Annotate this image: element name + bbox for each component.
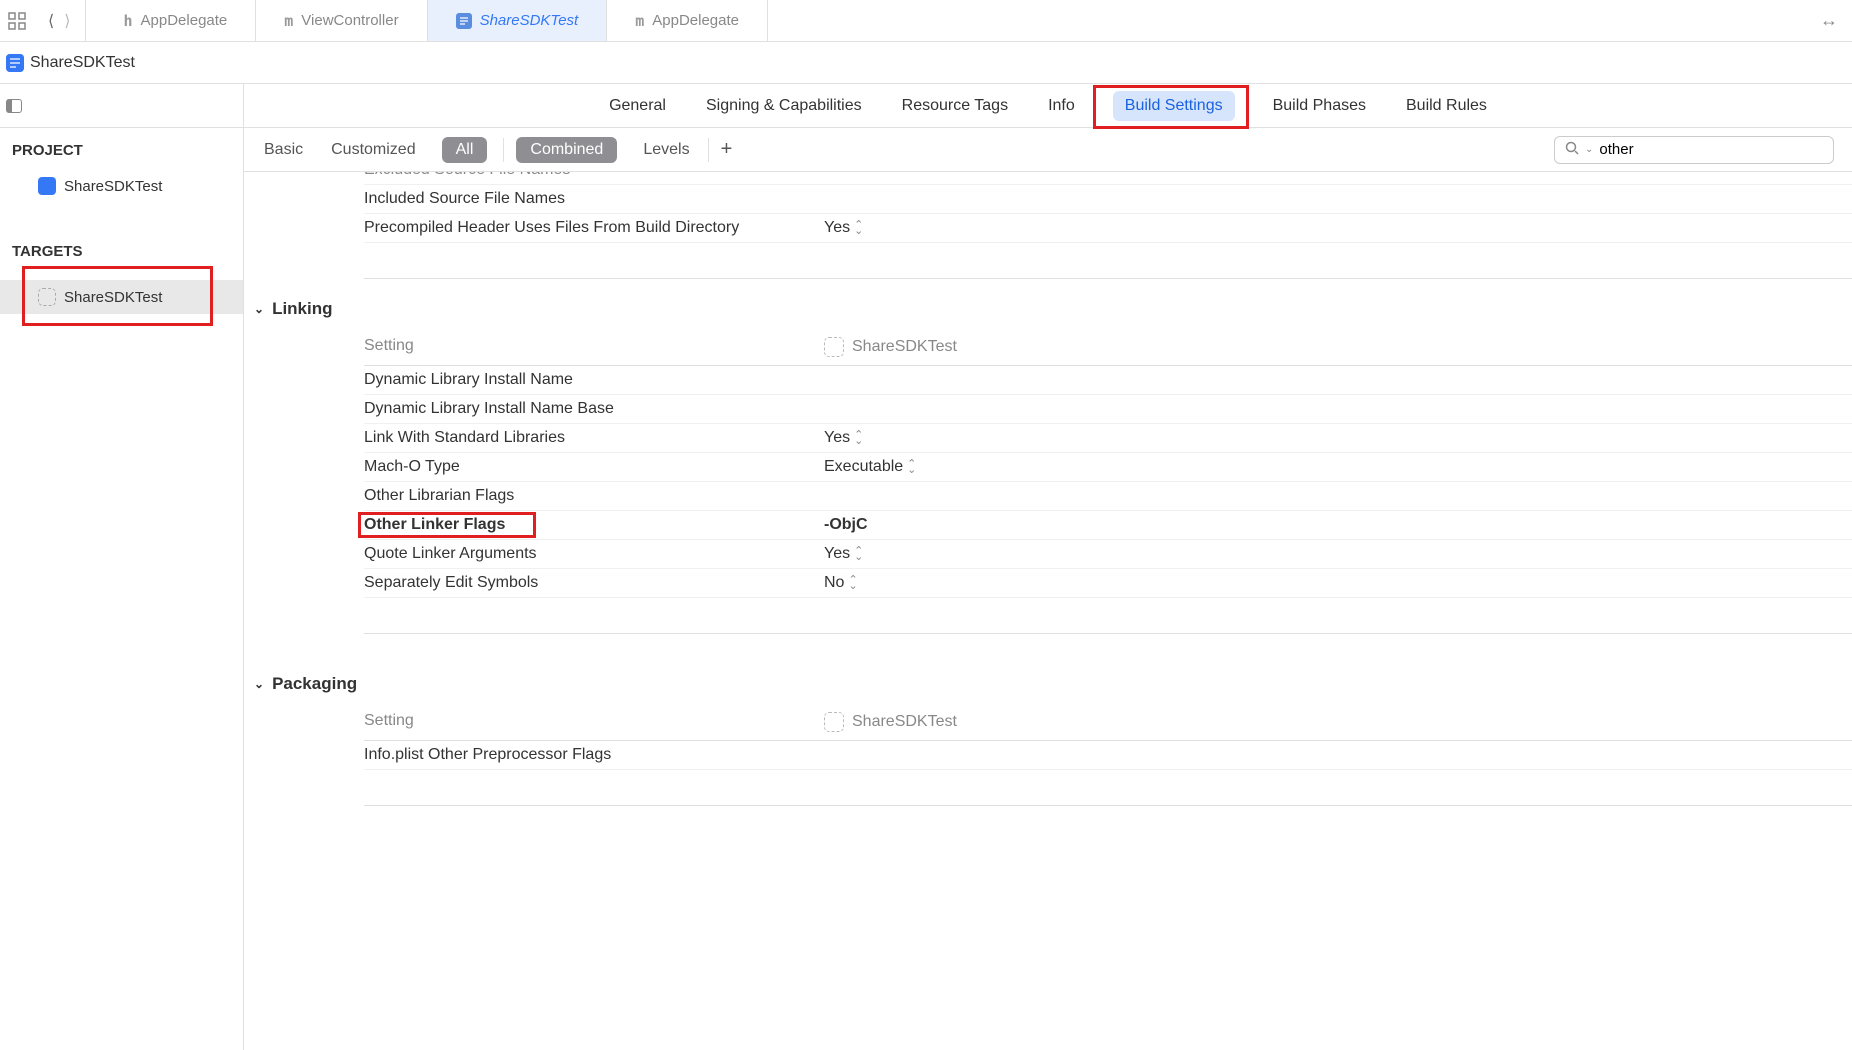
- search-dropdown-icon[interactable]: ⌄: [1585, 144, 1593, 155]
- tab-label: AppDelegate: [652, 12, 739, 29]
- target-icon: [824, 712, 844, 732]
- target-icon: [824, 337, 844, 357]
- tab-resource-tags[interactable]: Resource Tags: [900, 89, 1010, 123]
- search-icon: [1565, 141, 1579, 159]
- back-arrow-icon[interactable]: ⟨: [44, 7, 58, 35]
- tab-general[interactable]: General: [607, 89, 668, 123]
- filter-customized[interactable]: Customized: [329, 137, 417, 163]
- h-file-icon: h: [124, 12, 133, 30]
- sidebar-target-item[interactable]: ShareSDKTest: [0, 280, 243, 314]
- dropdown-indicator-icon: ⌃⌄: [854, 222, 863, 234]
- project-tabs: General Signing & Capabilities Resource …: [244, 84, 1852, 128]
- highlight-box: [1093, 85, 1249, 129]
- settings-content: Excluded Source File Names Included Sour…: [244, 172, 1852, 1050]
- divider: [503, 138, 504, 162]
- grid-icon[interactable]: [8, 12, 26, 30]
- table-row[interactable]: Quote Linker Arguments Yes ⌃⌄: [364, 540, 1852, 569]
- column-header-setting: Setting: [364, 337, 824, 357]
- m-file-icon: m: [284, 12, 293, 30]
- breadcrumb-title[interactable]: ShareSDKTest: [30, 54, 135, 72]
- search-input[interactable]: [1599, 141, 1823, 158]
- m-file-icon: m: [635, 12, 644, 30]
- tab-appdelegate-m[interactable]: m AppDelegate: [607, 0, 768, 41]
- column-header-target: ShareSDKTest: [852, 338, 957, 356]
- filter-levels[interactable]: Levels: [641, 137, 691, 163]
- sidebar: PROJECT ShareSDKTest TARGETS ShareSDKTes…: [0, 84, 244, 1050]
- app-project-icon: [456, 13, 472, 29]
- highlight-box: [358, 512, 536, 538]
- table-row-other-linker-flags[interactable]: Other Linker Flags -ObjC: [364, 511, 1852, 540]
- more-tabs-icon[interactable]: ↔: [1820, 10, 1844, 31]
- tab-label: ShareSDKTest: [480, 12, 579, 29]
- filter-combined[interactable]: Combined: [516, 137, 617, 163]
- project-icon: [38, 177, 56, 195]
- chevron-down-icon: ⌄: [254, 302, 264, 316]
- tab-sharesdktest[interactable]: ShareSDKTest: [428, 0, 608, 41]
- tab-build-rules[interactable]: Build Rules: [1404, 89, 1489, 123]
- column-header-setting: Setting: [364, 712, 824, 732]
- tab-build-settings[interactable]: Build Settings: [1113, 91, 1235, 121]
- dropdown-indicator-icon: ⌃⌄: [848, 577, 857, 589]
- sidebar-item-label: ShareSDKTest: [64, 178, 162, 195]
- tab-info[interactable]: Info: [1046, 89, 1077, 123]
- table-row[interactable]: Excluded Source File Names: [364, 172, 1852, 185]
- dropdown-indicator-icon: ⌃⌄: [854, 432, 863, 444]
- chevron-down-icon: ⌄: [254, 677, 264, 691]
- table-row[interactable]: Precompiled Header Uses Files From Build…: [364, 214, 1852, 243]
- search-box[interactable]: ⌄: [1554, 136, 1834, 164]
- column-header-target: ShareSDKTest: [852, 713, 957, 731]
- table-row[interactable]: Dynamic Library Install Name Base: [364, 395, 1852, 424]
- sidebar-toggle-icon[interactable]: [6, 99, 22, 113]
- section-title-packaging[interactable]: ⌄ Packaging: [244, 654, 1852, 704]
- table-row[interactable]: Info.plist Other Preprocessor Flags: [364, 741, 1852, 770]
- highlight-box: [22, 266, 213, 326]
- add-setting-button[interactable]: +: [721, 138, 733, 161]
- table-row[interactable]: Other Librarian Flags: [364, 482, 1852, 511]
- breadcrumb: ShareSDKTest: [0, 42, 1852, 84]
- tab-label: ViewController: [301, 12, 398, 29]
- table-row[interactable]: Included Source File Names: [364, 185, 1852, 214]
- table-row[interactable]: Link With Standard Libraries Yes ⌃⌄: [364, 424, 1852, 453]
- table-row[interactable]: Separately Edit Symbols No ⌃⌄: [364, 569, 1852, 598]
- tab-build-phases[interactable]: Build Phases: [1271, 89, 1368, 123]
- project-section-header: PROJECT: [0, 128, 243, 169]
- tab-appdelegate-h[interactable]: h AppDelegate: [96, 0, 257, 41]
- targets-section-header: TARGETS: [0, 203, 243, 270]
- top-tab-bar: ⟨ ⟩ h AppDelegate m ViewController Share…: [0, 0, 1852, 42]
- forward-arrow-icon[interactable]: ⟩: [60, 7, 74, 35]
- table-row[interactable]: Mach-O Type Executable ⌃⌄: [364, 453, 1852, 482]
- filter-bar: Basic Customized All Combined Levels + ⌄: [244, 128, 1852, 172]
- tab-signing[interactable]: Signing & Capabilities: [704, 89, 864, 123]
- dropdown-indicator-icon: ⌃⌄: [907, 461, 916, 473]
- project-icon: [6, 54, 24, 72]
- divider: [708, 138, 709, 162]
- sidebar-project-item[interactable]: ShareSDKTest: [0, 169, 243, 203]
- tab-label: AppDelegate: [141, 12, 228, 29]
- dropdown-indicator-icon: ⌃⌄: [854, 548, 863, 560]
- filter-basic[interactable]: Basic: [262, 137, 305, 163]
- tab-viewcontroller[interactable]: m ViewController: [256, 0, 427, 41]
- table-row[interactable]: Dynamic Library Install Name: [364, 366, 1852, 395]
- filter-all[interactable]: All: [442, 137, 488, 163]
- section-title-linking[interactable]: ⌄ Linking: [244, 279, 1852, 329]
